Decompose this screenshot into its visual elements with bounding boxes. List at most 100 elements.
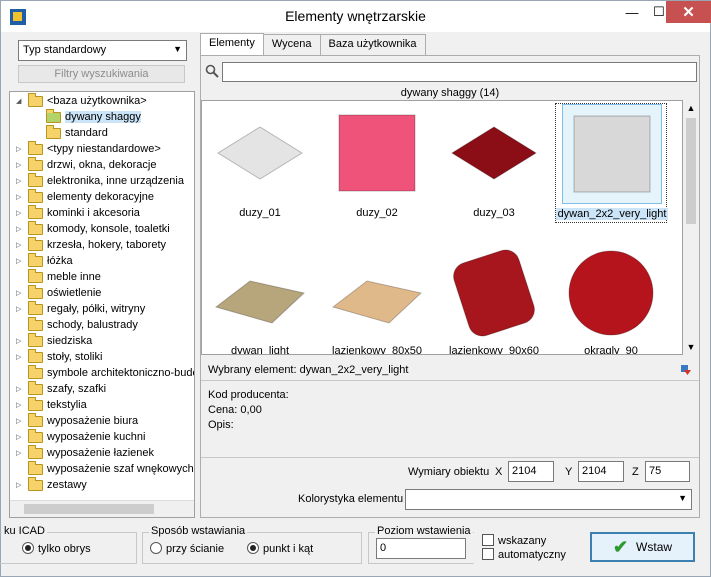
icad-radio-only-outline[interactable]: tylko obrys bbox=[22, 542, 91, 555]
rug-preview bbox=[327, 241, 427, 341]
minimize-button[interactable]: — bbox=[619, 1, 645, 23]
expand-arrow-icon[interactable]: ◢ bbox=[16, 97, 24, 105]
group-header: dywany shaggy (14) bbox=[400, 87, 500, 99]
tree-item[interactable]: ◢ <baza użytkownika> bbox=[16, 92, 147, 109]
type-select[interactable]: Typ standardowy ▼ bbox=[18, 40, 187, 61]
scroll-down-icon[interactable]: ▼ bbox=[683, 339, 699, 355]
tree-item[interactable]: ▷ <typy niestandardowe> bbox=[16, 140, 161, 157]
expand-arrow-icon[interactable]: ▷ bbox=[16, 289, 24, 297]
insert-level-title: Poziom wstawienia bbox=[375, 525, 473, 537]
expand-arrow-icon[interactable]: ▷ bbox=[16, 305, 24, 313]
producer-code-label: Kod producenta: bbox=[208, 389, 289, 401]
checkbox-automatic[interactable]: automatyczny bbox=[482, 548, 566, 561]
tree-item[interactable]: ▷ drzwi, okna, dekoracje bbox=[16, 156, 156, 173]
tree-item[interactable]: ▷ szafy, szafki bbox=[16, 380, 106, 397]
scroll-up-icon[interactable]: ▲ bbox=[683, 100, 699, 116]
tree-item-label: komody, konsole, toaletki bbox=[47, 223, 170, 235]
expand-arrow-icon[interactable]: ▷ bbox=[16, 241, 24, 249]
tree-item[interactable]: dywany shaggy bbox=[34, 108, 141, 125]
thumbnail-item[interactable]: duzy_03 bbox=[438, 103, 550, 223]
y-dimension-field[interactable]: 2104 bbox=[578, 461, 624, 482]
thumbnail-item[interactable]: duzy_01 bbox=[204, 103, 316, 223]
expand-arrow-icon[interactable]: ▷ bbox=[16, 337, 24, 345]
tab-elementy[interactable]: Elementy bbox=[200, 33, 264, 56]
thumbnail-item[interactable]: lazienkowy_80x50 bbox=[321, 241, 433, 354]
insert-level-field[interactable]: 0 bbox=[376, 538, 466, 559]
tree-item[interactable]: ▷ wyposażenie kuchni bbox=[16, 428, 145, 445]
expand-arrow-icon[interactable]: ▷ bbox=[16, 385, 24, 393]
rug-preview bbox=[562, 104, 662, 204]
thumbnail-item[interactable]: dywan_2x2_very_light bbox=[555, 103, 668, 223]
tree-item-label: zestawy bbox=[47, 479, 87, 491]
dimensions-label: Wymiary obiektu bbox=[408, 466, 490, 478]
folder-icon bbox=[28, 380, 43, 395]
thumbnail-label: lazienkowy_90x60 bbox=[449, 345, 539, 355]
tree-item[interactable]: wyposażenie szaf wnękowych bbox=[16, 460, 194, 477]
search-input[interactable] bbox=[222, 62, 697, 82]
thumbnail-item[interactable]: duzy_02 bbox=[321, 103, 433, 223]
tree-item[interactable]: standard bbox=[34, 124, 108, 141]
tree-item[interactable]: meble inne bbox=[16, 268, 101, 285]
tree-item[interactable]: ▷ komody, konsole, toaletki bbox=[16, 220, 170, 237]
radio-insert-wall[interactable]: przy ścianie bbox=[150, 542, 224, 555]
tab-baza-uzytkownika[interactable]: Baza użytkownika bbox=[319, 34, 426, 55]
thumbnail-scrollbar[interactable]: ▲ ▼ bbox=[683, 100, 699, 355]
expand-arrow-icon[interactable]: ▷ bbox=[16, 449, 24, 457]
expand-arrow-icon[interactable]: ▷ bbox=[16, 225, 24, 233]
tree-item[interactable]: schody, balustrady bbox=[16, 316, 138, 333]
rug-preview bbox=[561, 241, 661, 341]
expand-arrow-icon[interactable]: ▷ bbox=[16, 481, 24, 489]
tree-item[interactable]: ▷ oświetlenie bbox=[16, 284, 101, 301]
tree-item[interactable]: ▷ kominki i akcesoria bbox=[16, 204, 140, 221]
tree-item[interactable]: ▷ wyposażenie łazienek bbox=[16, 444, 155, 461]
tree-item[interactable]: ▷ regały, półki, witryny bbox=[16, 300, 145, 317]
tree-item[interactable]: ▷ tekstylia bbox=[16, 396, 87, 413]
expand-arrow-icon[interactable]: ▷ bbox=[16, 433, 24, 441]
folder-icon bbox=[28, 316, 43, 331]
search-filters-button[interactable]: Filtry wyszukiwania bbox=[18, 65, 185, 83]
expand-arrow-icon[interactable]: ▷ bbox=[16, 193, 24, 201]
expand-arrow-icon[interactable]: ▷ bbox=[16, 145, 24, 153]
scroll-thumb[interactable] bbox=[686, 118, 696, 224]
insert-wall-label: przy ścianie bbox=[166, 543, 225, 555]
checkbox-indicated[interactable]: wskazany bbox=[482, 534, 546, 547]
thumbnail-item[interactable]: dywan_light bbox=[204, 241, 316, 354]
folder-icon bbox=[46, 124, 61, 139]
tree-item[interactable]: ▷ siedziska bbox=[16, 332, 92, 349]
dialog-window: Elementy wnętrzarskie — ☐ ✕ Typ standard… bbox=[0, 0, 711, 577]
scroll-thumb[interactable] bbox=[24, 504, 154, 514]
expand-arrow-icon[interactable]: ▷ bbox=[16, 161, 24, 169]
tree-item[interactable]: ▷ elementy dekoracyjne bbox=[16, 188, 155, 205]
tree-item[interactable]: symbole architektoniczno-budo bbox=[16, 364, 194, 381]
tab-wycena[interactable]: Wycena bbox=[262, 34, 321, 55]
close-button[interactable]: ✕ bbox=[666, 1, 711, 23]
tree-horizontal-scrollbar[interactable] bbox=[10, 500, 194, 517]
folder-icon bbox=[28, 156, 43, 171]
expand-arrow-icon[interactable]: ▷ bbox=[16, 177, 24, 185]
expand-arrow-icon[interactable]: ▷ bbox=[16, 209, 24, 217]
checkbox-icon bbox=[482, 534, 494, 546]
expand-arrow-icon[interactable]: ▷ bbox=[16, 417, 24, 425]
x-label: X bbox=[495, 466, 503, 478]
thumbnail-item[interactable]: okragly_90 bbox=[555, 241, 667, 354]
expand-arrow-icon[interactable]: ▷ bbox=[16, 353, 24, 361]
tree-item[interactable]: ▷ zestawy bbox=[16, 476, 87, 493]
color-scheme-select[interactable]: ▼ bbox=[405, 489, 692, 510]
insert-button[interactable]: ✔ Wstaw bbox=[590, 532, 695, 562]
tree-item[interactable]: ▷ krzesła, hokery, taborety bbox=[16, 236, 166, 253]
title-bar: Elementy wnętrzarskie — ☐ ✕ bbox=[1, 1, 711, 32]
thumbnail-item[interactable]: lazienkowy_90x60 bbox=[438, 241, 550, 355]
rug-preview bbox=[444, 241, 544, 341]
expand-arrow-icon[interactable]: ▷ bbox=[16, 401, 24, 409]
tree-item[interactable]: ▷ łóżka bbox=[16, 252, 73, 269]
tree-item[interactable]: ▷ wyposażenie biura bbox=[16, 412, 138, 429]
tree-item[interactable]: ▷ elektronika, inne urządzenia bbox=[16, 172, 184, 189]
tree-item[interactable]: ▷ stoły, stoliki bbox=[16, 348, 102, 365]
export-icon[interactable] bbox=[681, 365, 691, 375]
z-dimension-field[interactable]: 75 bbox=[645, 461, 690, 482]
tree-item-label: wyposażenie łazienek bbox=[47, 447, 155, 459]
x-dimension-field[interactable]: 2104 bbox=[508, 461, 554, 482]
radio-insert-point[interactable]: punkt i kąt bbox=[247, 542, 313, 555]
tree-item-label: elementy dekoracyjne bbox=[47, 191, 155, 203]
expand-arrow-icon[interactable]: ▷ bbox=[16, 257, 24, 265]
